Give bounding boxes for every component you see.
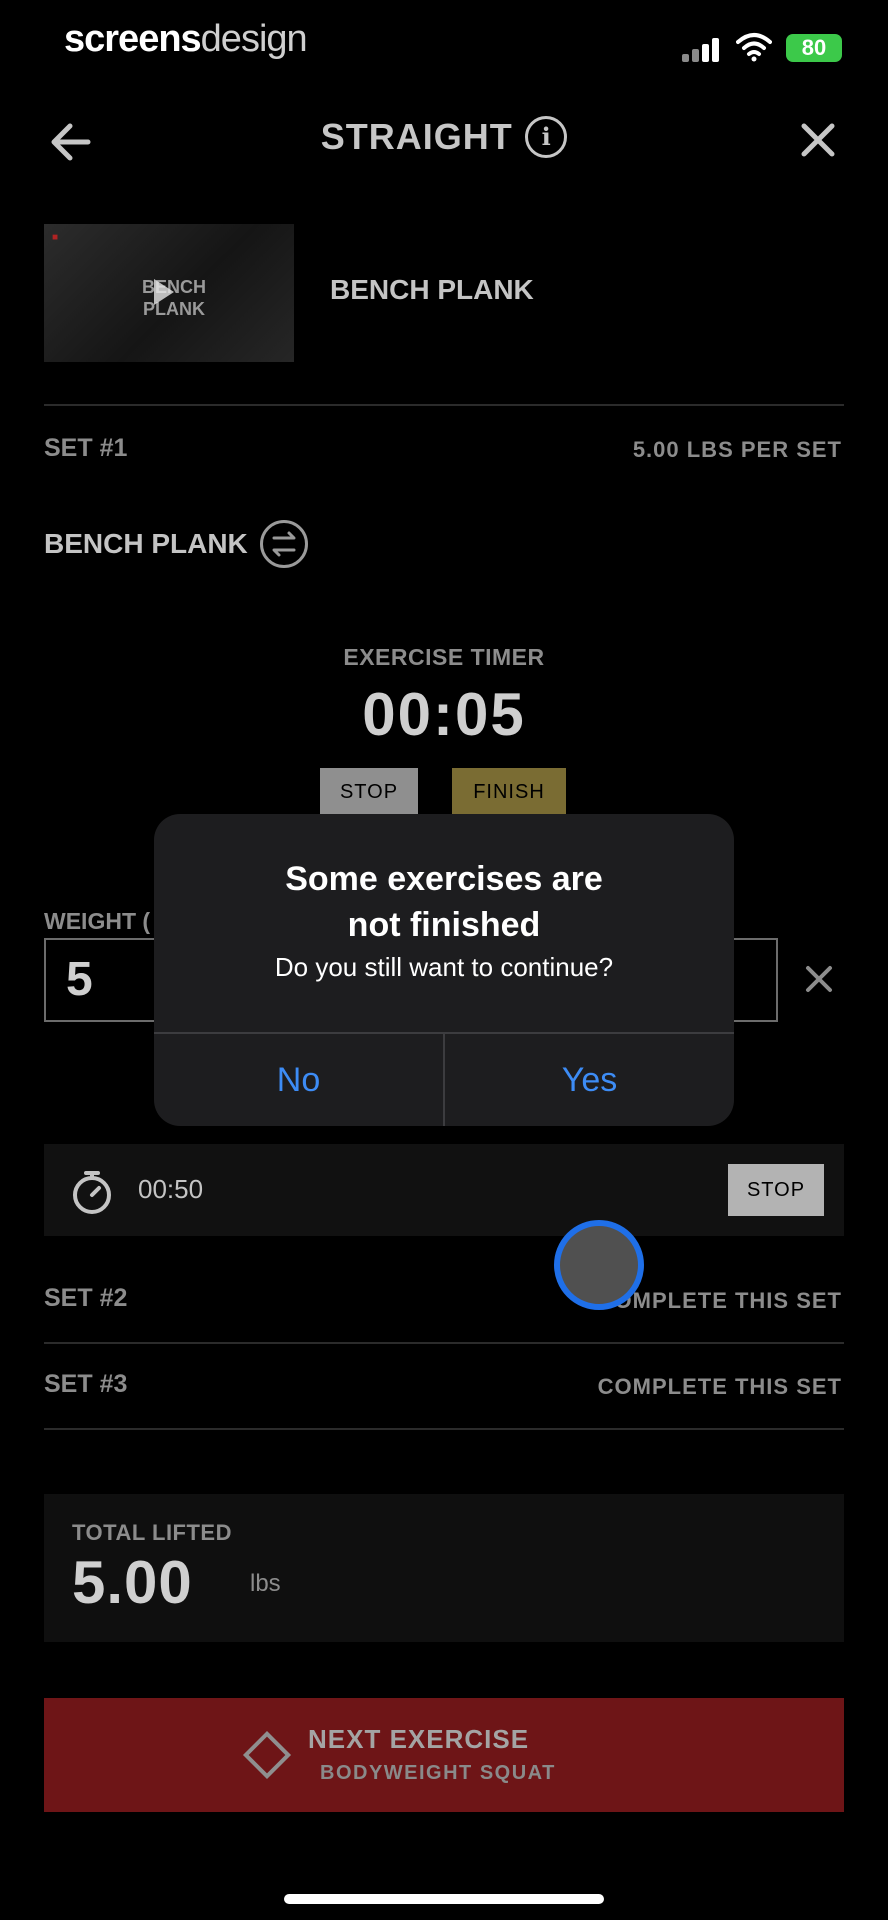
- play-icon[interactable]: [154, 279, 174, 305]
- next-exercise-name: BODYWEIGHT SQUAT: [320, 1762, 556, 1784]
- cellular-signal-icon: [682, 38, 722, 62]
- dialog-message: Do you still want to continue?: [274, 952, 614, 982]
- swap-exercise-icon[interactable]: [260, 520, 308, 568]
- exercise-timer-value: 00:05: [362, 681, 526, 748]
- divider: [44, 1342, 844, 1344]
- close-icon[interactable]: [798, 120, 838, 160]
- exercise-name: BENCH PLANK: [330, 274, 534, 305]
- set-3-label: SET #3: [44, 1370, 128, 1398]
- set-2-label: SET #2: [44, 1284, 128, 1312]
- thumbnail-logo-mark: ■: [52, 232, 59, 243]
- home-indicator[interactable]: [284, 1894, 604, 1904]
- lbs-per-set: 5.00 LBS PER SET: [632, 437, 842, 462]
- dialog-title-line-1: Some exercises are: [285, 860, 603, 898]
- dialog-title-line-2: not finished: [347, 906, 541, 944]
- dialog-title: Some exercises are not finished: [154, 856, 734, 948]
- divider: [44, 1428, 844, 1430]
- alert-dialog: Some exercises are not finished Do you s…: [154, 814, 734, 1126]
- complete-set-3-button[interactable]: COMPLETE THIS SET: [540, 1374, 842, 1400]
- header-title-group: STRAIGHT i: [0, 116, 888, 158]
- weight-value: 5: [66, 953, 93, 1006]
- total-lifted-unit: lbs: [250, 1570, 281, 1597]
- info-icon[interactable]: i: [525, 116, 568, 158]
- dialog-no-button[interactable]: No: [154, 1034, 443, 1126]
- timer-stop-button[interactable]: STOP: [320, 768, 418, 816]
- total-lifted-value: 5.00: [72, 1549, 193, 1616]
- thumbnail-caption: BENCH PLANK: [141, 277, 206, 319]
- dialog-yes-button[interactable]: Yes: [445, 1034, 734, 1126]
- exercise-video-thumbnail[interactable]: ■ BENCH PLANK: [44, 224, 294, 362]
- touch-indicator: [554, 1220, 644, 1310]
- battery-indicator: 80: [786, 34, 842, 62]
- set-exercise-name: BENCH PLANK: [44, 528, 248, 559]
- page-title: STRAIGHT: [320, 116, 513, 157]
- rest-timer-value: 00:50: [138, 1174, 204, 1204]
- remove-set-icon[interactable]: [802, 962, 836, 996]
- wifi-icon: [736, 33, 772, 62]
- brand-bold: screens: [64, 18, 202, 60]
- rest-stop-button[interactable]: STOP: [728, 1164, 824, 1216]
- divider: [44, 404, 844, 406]
- next-exercise-button[interactable]: [44, 1698, 844, 1812]
- exercise-timer-label: EXERCISE TIMER: [343, 644, 545, 670]
- weight-label: WEIGHT (: [44, 908, 151, 934]
- next-exercise-title: NEXT EXERCISE: [308, 1724, 530, 1754]
- total-lifted-label: TOTAL LIFTED: [72, 1520, 232, 1545]
- set-1-label: SET #1: [44, 434, 128, 462]
- brand-logo: screensdesign: [64, 18, 308, 61]
- timer-finish-button[interactable]: FINISH: [452, 768, 566, 816]
- brand-light: design: [200, 18, 308, 60]
- stopwatch-icon: [73, 1171, 111, 1214]
